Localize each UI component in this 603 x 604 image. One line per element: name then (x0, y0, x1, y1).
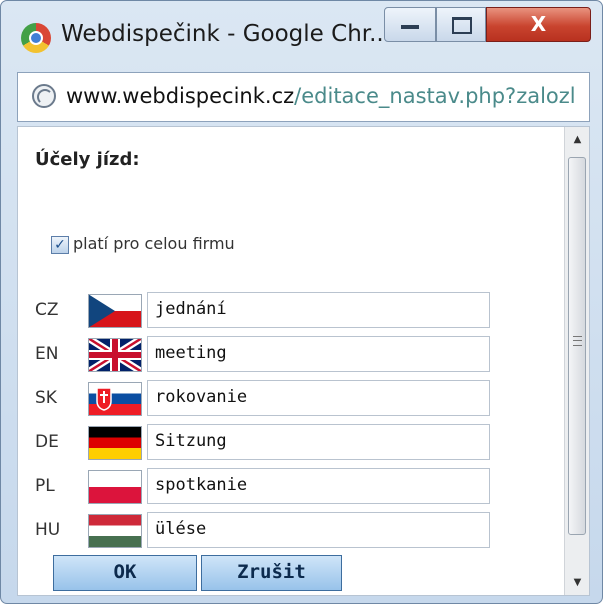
company-wide-checkbox[interactable]: ✓ (51, 236, 69, 254)
vertical-scrollbar[interactable]: ▲ ▼ (564, 127, 589, 595)
language-code: CZ (35, 300, 59, 320)
purpose-input-cz[interactable]: jednání (147, 292, 490, 328)
ok-button[interactable]: OK (53, 555, 197, 591)
minimize-icon (401, 25, 419, 29)
page-content: Účely jízd: ✓ platí pro celou firmu CZ j… (17, 126, 590, 596)
scroll-up-icon[interactable]: ▲ (565, 127, 589, 152)
hungarian-flag-icon (88, 514, 142, 548)
language-code: PL (35, 476, 55, 496)
chrome-icon (21, 23, 51, 53)
grip-icon (573, 336, 582, 346)
page-heading: Účely jízd: (35, 149, 140, 170)
language-code: HU (35, 520, 61, 540)
language-row-hu: HU ülése (35, 512, 515, 548)
page-icon (32, 84, 56, 108)
company-wide-label[interactable]: platí pro celou firmu (73, 234, 235, 253)
uk-flag-icon (88, 338, 142, 372)
language-row-pl: PL spotkanie (35, 468, 515, 504)
maximize-button[interactable] (436, 7, 486, 42)
german-flag-icon (88, 426, 142, 460)
czech-flag-icon (88, 294, 142, 328)
language-code: EN (35, 344, 59, 364)
purpose-input-hu[interactable]: ülése (147, 512, 490, 548)
slovak-flag-icon (88, 382, 142, 416)
purpose-input-sk[interactable]: rokovanie (147, 380, 490, 416)
close-button[interactable]: X (486, 7, 591, 42)
maximize-icon (452, 17, 472, 34)
language-code: SK (35, 388, 57, 408)
language-code: DE (35, 432, 59, 452)
window-title: Webdispečink - Google Chr... (61, 21, 392, 47)
purpose-input-en[interactable]: meeting (147, 336, 490, 372)
scroll-down-icon[interactable]: ▼ (565, 570, 589, 595)
language-row-cz: CZ jednání (35, 292, 515, 328)
polish-flag-icon (88, 470, 142, 504)
cancel-button[interactable]: Zrušit (201, 555, 342, 591)
title-bar[interactable]: Webdispečink - Google Chr... X (1, 1, 602, 67)
address-bar[interactable]: www.webdispecink.cz/editace_nastav.php?z… (17, 72, 590, 122)
purpose-input-de[interactable]: Sitzung (147, 424, 490, 460)
close-icon: X (530, 12, 547, 36)
purpose-input-pl[interactable]: spotkanie (147, 468, 490, 504)
language-row-sk: SK rokovanie (35, 380, 515, 416)
language-row-en: EN meeting (35, 336, 515, 372)
minimize-button[interactable] (384, 7, 436, 42)
scroll-thumb[interactable] (568, 157, 586, 535)
url-host: www.webdispecink.cz (66, 84, 295, 108)
url-path: /editace_nastav.php?zalozl (294, 84, 576, 108)
url-text[interactable]: www.webdispecink.cz/editace_nastav.php?z… (66, 84, 586, 108)
browser-popup-window: Webdispečink - Google Chr... X www.webdi… (0, 0, 603, 604)
language-row-de: DE Sitzung (35, 424, 515, 460)
